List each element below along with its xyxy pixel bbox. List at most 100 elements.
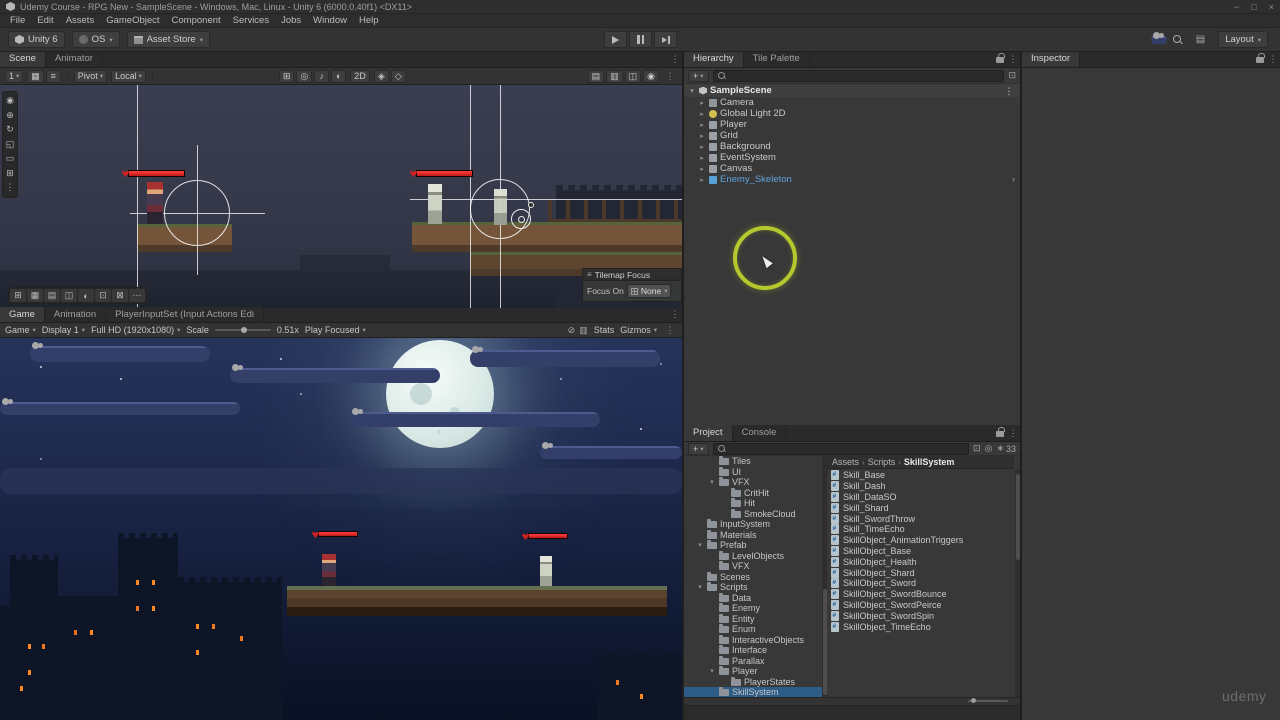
game-toolbar-icon[interactable]: ⊘ — [568, 325, 576, 336]
tab[interactable]: Game — [0, 307, 45, 322]
skeleton-sprite[interactable] — [494, 189, 507, 225]
tree-folder-row[interactable]: SmokeCloud — [684, 508, 822, 520]
expand-arrow-icon[interactable]: ▾ — [708, 478, 716, 486]
file-row[interactable]: SkillObject_AnimationTriggers — [827, 535, 1014, 546]
create-asset-button[interactable]: + ▾ — [688, 442, 709, 455]
breadcrumb-item-current[interactable]: SkillSystem — [904, 457, 955, 467]
search-icon[interactable] — [1172, 34, 1183, 45]
tree-folder-row[interactable]: CritHit — [684, 487, 822, 499]
menu-item[interactable]: Assets — [60, 15, 101, 26]
resolution-dropdown[interactable]: Full HD (1920x1080) ▾ — [91, 325, 180, 335]
minimize-button[interactable]: − — [1234, 2, 1239, 12]
panel-menu-icon[interactable]: ⋮ — [668, 306, 682, 322]
search-filter-icon[interactable]: ◎ — [985, 443, 993, 454]
expand-arrow-icon[interactable]: ▸ — [698, 143, 706, 151]
play-focused-dropdown[interactable]: Play Focused ▾ — [305, 325, 366, 335]
scene-picker-icon[interactable]: ⊡ — [1008, 70, 1016, 81]
expand-arrow-icon[interactable]: ▸ — [698, 110, 706, 118]
file-row[interactable]: SkillObject_SwordSpin — [827, 610, 1014, 621]
breadcrumb-item[interactable]: Scripts — [868, 457, 896, 467]
scene-tool-icon[interactable]: ↻ — [6, 123, 14, 137]
tree-folder-row[interactable]: ▾ Scripts — [684, 582, 822, 593]
hierarchy-item[interactable]: ▸ Enemy_Skeleton › — [684, 174, 1020, 185]
scene-aux-icon[interactable]: ◈ — [373, 69, 389, 83]
expand-arrow-icon[interactable]: ▸ — [698, 132, 706, 140]
expand-arrow-icon[interactable]: ▸ — [698, 176, 706, 184]
overlay-tool-icon[interactable]: ▦ — [27, 289, 43, 302]
prefab-open-chevron-icon[interactable]: › — [1012, 174, 1020, 185]
expand-arrow-icon[interactable]: ▸ — [698, 121, 706, 129]
scale-slider[interactable] — [214, 326, 271, 333]
tree-folder-row[interactable]: Materials — [684, 529, 822, 541]
expand-arrow-icon[interactable]: ▾ — [688, 87, 696, 95]
overlay-tool-icon[interactable]: ▤ — [44, 289, 60, 302]
overlay-tool-icon[interactable]: ⋯ — [129, 289, 145, 302]
file-row[interactable]: Skill_TimeEcho — [827, 524, 1014, 535]
layout-dropdown[interactable]: Layout ▾ — [1218, 31, 1268, 48]
player-sprite[interactable] — [147, 182, 163, 224]
hierarchy-item[interactable]: ▸ Player — [684, 119, 1020, 130]
lock-icon[interactable] — [1256, 53, 1265, 63]
radius-gizmo-circle[interactable] — [164, 180, 230, 246]
scene-visibility-icon[interactable]: ▥ — [606, 69, 623, 83]
tree-folder-row[interactable]: PlayerStates — [684, 676, 822, 688]
grid-settings-icon[interactable]: ▦ — [27, 69, 44, 83]
close-button[interactable]: × — [1269, 2, 1274, 12]
scrollbar-thumb[interactable] — [822, 588, 827, 695]
scene-aux-icon[interactable]: ◇ — [390, 69, 406, 83]
hierarchy-item[interactable]: ▸ Camera — [684, 97, 1020, 108]
tree-folder-row[interactable]: Scenes — [684, 571, 822, 583]
pause-button[interactable] — [629, 31, 652, 48]
create-object-button[interactable]: + ▾ — [688, 69, 709, 82]
tree-folder-row[interactable]: LevelObjects — [684, 550, 822, 562]
file-row[interactable]: SkillObject_Sword — [827, 578, 1014, 589]
file-row[interactable]: SkillObject_Health — [827, 556, 1014, 567]
pivot-dropdown[interactable]: Pivot ▾ — [73, 69, 108, 83]
scene-root-row[interactable]: ▾ SampleScene ⋮ — [684, 84, 1020, 97]
menu-item[interactable]: Help — [353, 15, 385, 26]
lock-icon[interactable] — [996, 53, 1005, 63]
tilemap-focus-header[interactable]: ≡ Tilemap Focus — [582, 268, 682, 280]
hierarchy-item[interactable]: ▸ Grid — [684, 130, 1020, 141]
expand-arrow-icon[interactable]: ▸ — [698, 165, 706, 173]
scene-toolbar-menu-icon[interactable]: ⋮ — [663, 68, 677, 84]
tree-folder-row[interactable]: Tiles — [684, 456, 822, 467]
2d-mode-toggle[interactable]: 2D — [350, 69, 370, 83]
tree-folder-row[interactable]: InteractiveObjects — [684, 634, 822, 646]
scene-visibility-icon[interactable]: ▤ — [587, 69, 605, 83]
tab[interactable]: Scene — [0, 52, 46, 67]
project-search-input[interactable] — [712, 442, 970, 455]
tab[interactable]: Hierarchy — [684, 52, 744, 67]
tab[interactable]: Animation — [44, 307, 107, 322]
handle-space-dropdown[interactable]: Local ▾ — [111, 69, 146, 83]
file-row[interactable]: Skill_DataSO — [827, 491, 1014, 503]
transform-handle-gizmo[interactable] — [511, 209, 531, 229]
breadcrumb-item[interactable]: Assets — [832, 457, 859, 467]
tree-folder-row[interactable]: Parallax — [684, 655, 822, 667]
expand-arrow-icon[interactable]: ▾ — [696, 541, 704, 549]
scene-visibility-icon[interactable]: ◉ — [643, 69, 659, 83]
tree-folder-row[interactable]: ▾ Prefab — [684, 540, 822, 551]
grid-settings-icon[interactable]: ≡ — [45, 69, 61, 83]
panel-menu-icon[interactable]: ⋮ — [1006, 425, 1020, 441]
account-dropdown[interactable]: OS ▾ — [71, 31, 120, 48]
file-row[interactable]: Skill_SwordThrow — [827, 513, 1014, 524]
tree-folder-row[interactable]: Data — [684, 592, 822, 604]
scene-tool-icon[interactable]: ▭ — [6, 152, 15, 166]
scene-viewport[interactable]: ◉ ⊕ ↻ ◱ ▭ ⊞ ⋮ ⊞ ▦ ▤ ◫ ◐ ⊡ ⊠ ⋯ ≡ Tilemap Focus Focus O… — [0, 85, 682, 308]
step-button[interactable] — [654, 31, 677, 48]
file-row[interactable]: Skill_Dash — [827, 481, 1014, 492]
panel-menu-icon[interactable]: ⋮ — [1266, 52, 1280, 67]
tree-folder-row[interactable]: ▾ Player — [684, 666, 822, 677]
tree-folder-row[interactable]: Enum — [684, 624, 822, 635]
tree-folder-row[interactable]: ▾ VFX — [684, 477, 822, 488]
hierarchy-search-input[interactable] — [712, 69, 1005, 82]
scene-tool-icon[interactable]: ⊞ — [6, 167, 14, 181]
file-row[interactable]: SkillObject_SwordBounce — [827, 589, 1014, 600]
tree-folder-row[interactable]: VFX — [684, 561, 822, 572]
hierarchy-item[interactable]: ▸ Global Light 2D — [684, 108, 1020, 119]
anchor-point-gizmo[interactable] — [528, 202, 534, 208]
focus-on-dropdown[interactable]: None ▾ — [626, 284, 672, 298]
scene-tool-icon[interactable]: ◱ — [6, 138, 15, 152]
snap-value-dropdown[interactable]: 1 ▾ — [5, 69, 24, 83]
